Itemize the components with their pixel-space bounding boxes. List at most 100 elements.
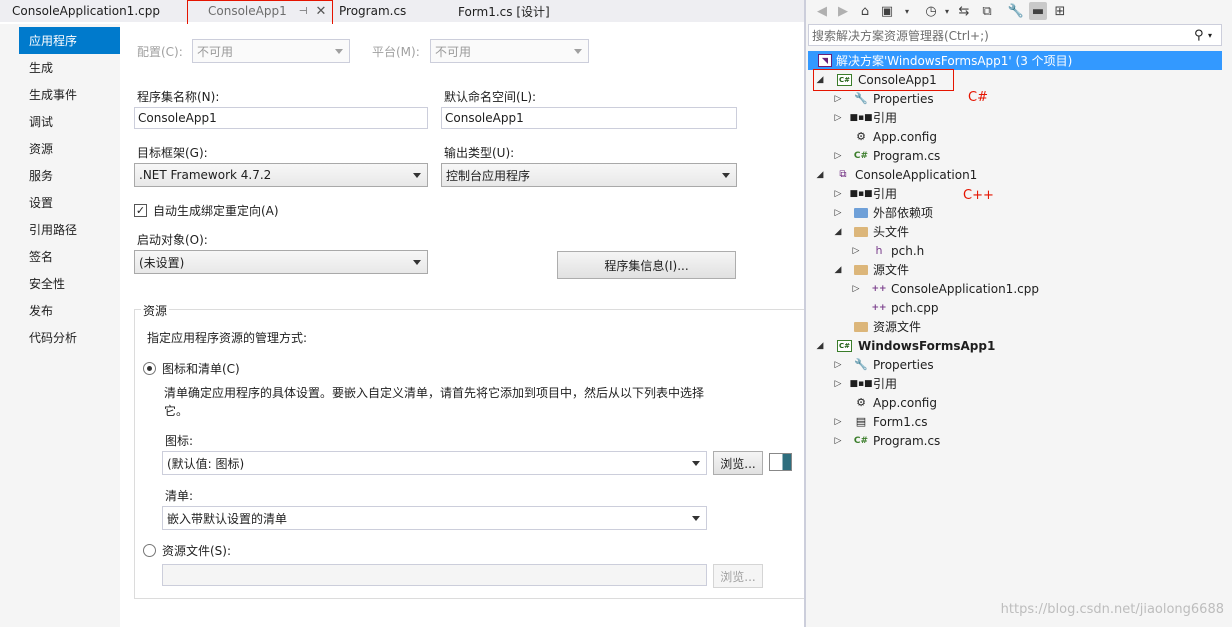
default-namespace-value: ConsoleApp1 — [445, 111, 524, 125]
assembly-name-label: 程序集名称(N): — [137, 90, 220, 104]
class-diagram-icon[interactable]: ⊞ — [1051, 2, 1069, 20]
cpp-file-icon: ++ — [871, 283, 887, 294]
tree-node-windowsformsapp1[interactable]: ◢ C# WindowsFormsApp1 — [815, 336, 996, 355]
wrench-icon: 🔧 — [854, 358, 868, 371]
nav-item-debug[interactable]: 调试 — [19, 108, 120, 135]
tab-form1-design[interactable]: Form1.cs [设计] — [458, 0, 550, 22]
nav-item-label: 签名 — [29, 250, 54, 264]
tree-node-consoleapplication1-cpp[interactable]: ▷ ++ ConsoleApplication1.cpp — [851, 279, 1039, 298]
chevron-down-icon[interactable]: ▾ — [898, 2, 916, 20]
home-icon[interactable]: ⌂ — [856, 2, 874, 20]
nav-item-security[interactable]: 安全性 — [19, 270, 120, 297]
tree-node-label: pch.cpp — [891, 300, 939, 315]
manifest-description-line-2: 它。 — [164, 404, 189, 418]
search-icon[interactable]: ⚲ — [1194, 26, 1204, 44]
csharp-file-icon: C# — [853, 435, 869, 446]
manifest-value: 嵌入带默认设置的清单 — [167, 511, 288, 526]
solution-explorer-search-input[interactable]: 搜索解决方案资源管理器(Ctrl+;) — [808, 24, 1222, 46]
target-framework-dropdown[interactable]: .NET Framework 4.7.2 — [134, 163, 428, 187]
collapsed-icon[interactable]: ▷ — [833, 113, 843, 123]
nav-item-build-events[interactable]: 生成事件 — [19, 81, 120, 108]
tree-node-pch-cpp[interactable]: ++ pch.cpp — [871, 298, 938, 317]
collapsed-icon[interactable]: ▷ — [833, 379, 843, 389]
tree-node-program-cs[interactable]: ▷ C# Program.cs — [833, 146, 941, 165]
refresh-icon[interactable]: ⇆ — [955, 2, 973, 20]
tree-node-properties[interactable]: ▷ 🔧 Properties — [833, 89, 934, 108]
forward-icon[interactable]: ▶ — [834, 2, 852, 20]
tree-node-form1-cs[interactable]: ▷ ▤ Form1.cs — [833, 412, 928, 431]
collapsed-icon[interactable]: ▷ — [833, 360, 843, 370]
resource-file-option[interactable]: 资源文件(S): — [143, 543, 231, 558]
nav-item-code-analysis[interactable]: 代码分析 — [19, 324, 120, 351]
tree-node-source-files[interactable]: ◢ 源文件 — [833, 260, 909, 279]
nav-item-application[interactable]: 应用程序 — [19, 27, 126, 54]
tree-node-references[interactable]: ▷ ■▪■ 引用 — [833, 108, 897, 127]
show-all-files-icon[interactable]: ▬ — [1029, 2, 1047, 20]
sync-view-icon[interactable]: ▣ — [878, 2, 896, 20]
collapsed-icon[interactable]: ▷ — [833, 151, 843, 161]
nav-item-services[interactable]: 服务 — [19, 162, 120, 189]
tree-node-program-cs[interactable]: ▷ C# Program.cs — [833, 431, 941, 450]
assembly-information-button[interactable]: 程序集信息(I)... — [557, 251, 736, 279]
collapsed-icon[interactable]: ▷ — [833, 417, 843, 427]
tree-node-references[interactable]: ▷ ■▪■ 引用 — [833, 184, 897, 203]
collapsed-icon[interactable]: ▷ — [833, 208, 843, 218]
nav-item-publish[interactable]: 发布 — [19, 297, 120, 324]
expanded-icon[interactable]: ◢ — [815, 170, 825, 180]
browse-icon-button[interactable]: 浏览... — [713, 451, 763, 475]
default-namespace-input[interactable]: ConsoleApp1 — [441, 107, 737, 129]
browse-resource-file-button[interactable]: 浏览... — [713, 564, 763, 588]
tab-consoleapplication1-cpp[interactable]: ConsoleApplication1.cpp — [12, 0, 160, 22]
icon-and-manifest-radio[interactable] — [143, 362, 156, 375]
icon-dropdown[interactable]: (默认值: 图标) — [162, 451, 707, 475]
tree-node-pch-h[interactable]: ▷ h pch.h — [851, 241, 925, 260]
nav-item-label: 设置 — [29, 196, 54, 210]
chevron-down-icon[interactable]: ▾ — [1208, 26, 1212, 44]
collapse-all-icon[interactable]: ⧉ — [978, 2, 996, 20]
tree-node-consoleapplication1[interactable]: ◢ ⧉ ConsoleApplication1 — [815, 165, 978, 184]
expanded-icon[interactable]: ◢ — [833, 227, 843, 237]
collapsed-icon[interactable]: ▷ — [833, 94, 843, 104]
tree-node-external-dependencies[interactable]: ▷ 外部依赖项 — [833, 203, 933, 222]
nav-item-settings[interactable]: 设置 — [19, 189, 120, 216]
tree-node-properties[interactable]: ▷ 🔧 Properties — [833, 355, 934, 374]
header-file-icon: h — [875, 244, 883, 257]
nav-item-build[interactable]: 生成 — [19, 54, 120, 81]
external-deps-icon — [853, 205, 869, 221]
assembly-name-input[interactable]: ConsoleApp1 — [134, 107, 428, 129]
tree-node-solution[interactable]: ◥ 解决方案'WindowsFormsApp1' (3 个项目) — [808, 51, 1222, 70]
tree-node-label: Form1.cs — [873, 414, 928, 429]
resource-file-input[interactable] — [162, 564, 707, 586]
auto-binding-redirect-option[interactable]: ✓ 自动生成绑定重定向(A) — [134, 202, 279, 218]
chevron-down-icon — [692, 461, 700, 466]
tree-node-app-config[interactable]: ⚙ App.config — [853, 127, 937, 146]
nav-item-reference-paths[interactable]: 引用路径 — [19, 216, 120, 243]
expanded-icon[interactable]: ◢ — [815, 341, 825, 351]
nav-item-resources[interactable]: 资源 — [19, 135, 120, 162]
config-dropdown[interactable]: 不可用 — [192, 39, 350, 63]
tree-node-references[interactable]: ▷ ■▪■ 引用 — [833, 374, 897, 393]
collapsed-icon[interactable]: ▷ — [851, 246, 861, 256]
collapsed-icon[interactable]: ▷ — [851, 284, 861, 294]
manifest-dropdown[interactable]: 嵌入带默认设置的清单 — [162, 506, 707, 530]
collapsed-icon[interactable]: ▷ — [833, 436, 843, 446]
nav-item-signing[interactable]: 签名 — [19, 243, 120, 270]
tree-node-label: Properties — [873, 357, 934, 372]
platform-dropdown[interactable]: 不可用 — [430, 39, 589, 63]
auto-binding-redirect-checkbox[interactable]: ✓ — [134, 203, 147, 217]
tree-node-resource-files[interactable]: 资源文件 — [853, 317, 921, 336]
collapsed-icon[interactable]: ▷ — [833, 189, 843, 199]
wrench-icon[interactable]: 🔧 — [1007, 2, 1025, 20]
icon-and-manifest-option[interactable]: 图标和清单(C) — [143, 361, 240, 376]
startup-object-dropdown[interactable]: (未设置) — [134, 250, 428, 274]
expanded-icon[interactable]: ◢ — [833, 265, 843, 275]
target-framework-value: .NET Framework 4.7.2 — [139, 168, 272, 182]
chevron-down-icon[interactable]: ▾ — [938, 2, 956, 20]
back-icon[interactable]: ◀ — [813, 2, 831, 20]
tree-node-app-config[interactable]: ⚙ App.config — [853, 393, 937, 412]
resource-file-radio[interactable] — [143, 544, 156, 557]
output-type-dropdown[interactable]: 控制台应用程序 — [441, 163, 737, 187]
tab-program-cs[interactable]: Program.cs — [339, 0, 406, 22]
tree-node-header-files[interactable]: ◢ 头文件 — [833, 222, 909, 241]
manifest-description-line-1: 清单确定应用程序的具体设置。要嵌入自定义清单，请首先将它添加到项目中，然后从以下… — [164, 386, 705, 400]
